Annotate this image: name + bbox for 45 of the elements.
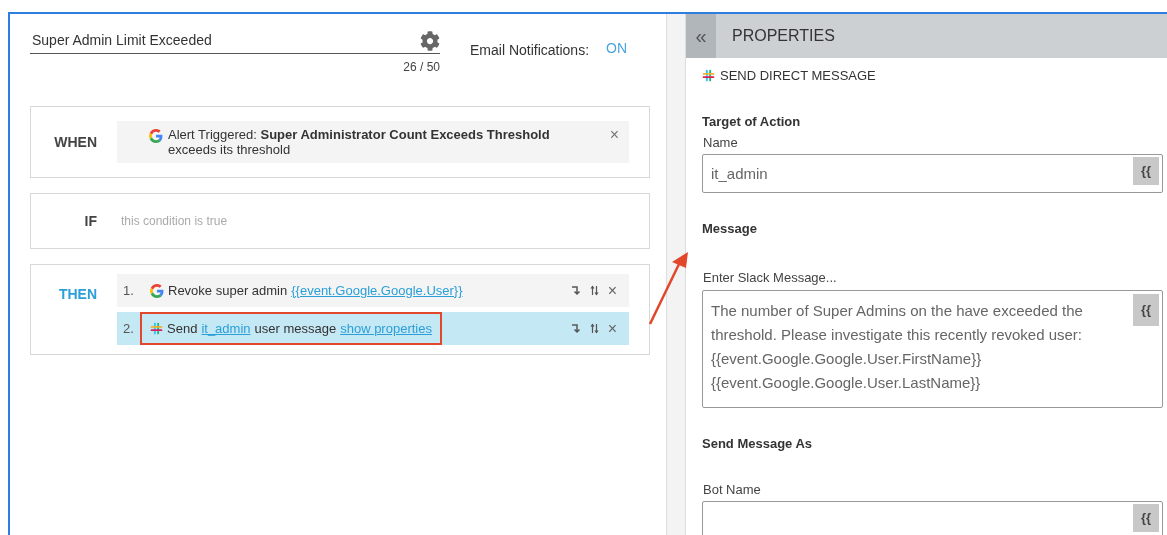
remove-button[interactable]: × [607, 282, 617, 299]
move-down-icon[interactable] [570, 285, 581, 296]
settings-icon[interactable] [420, 30, 440, 51]
section-heading: Send Message As [702, 434, 814, 453]
section-label: THEN [57, 285, 98, 304]
text-field[interactable]: {{ [702, 500, 1163, 535]
remove-button[interactable]: × [609, 127, 619, 143]
insert-variable-button[interactable]: {{ [1133, 503, 1159, 532]
step-text: Revoke super admin [168, 281, 288, 300]
field-label: Name [702, 134, 739, 152]
field-label: Enter Slack Message... [702, 269, 838, 287]
section-label: WHEN [53, 132, 98, 152]
step-text: Send [167, 319, 198, 338]
slack-logo-icon [150, 322, 163, 335]
google-logo-icon [149, 129, 163, 143]
email-notifications-label: Email Notifications: [470, 41, 590, 60]
panel-title: PROPERTIES [732, 26, 835, 46]
google-logo-icon [150, 283, 164, 298]
step-number: 2. [123, 319, 135, 338]
action-step[interactable]: 1. Revoke super admin {{event.Google.Google.User}} × [117, 274, 629, 307]
message-text: The number of Super Admins on the have exceeded the threshold. Please investigate this recently revoked user: {{event.Google.Google.User.FirstName}} {{event.Google.Google.User.LastName}} [711, 300, 1084, 393]
insert-variable-button[interactable]: {{ [1133, 293, 1159, 326]
field-label: Bot Name [702, 481, 762, 499]
action-step[interactable]: 2. Send it_admin user message show properties × [117, 312, 629, 345]
trigger-detail: exceeds its threshold [168, 142, 292, 157]
slack-logo-icon [702, 69, 715, 83]
remove-button[interactable]: × [607, 320, 617, 337]
character-counter: 26 / 50 [403, 59, 440, 76]
reorder-arrows-icon[interactable] [589, 323, 599, 334]
text-field[interactable]: it_admin {{ [702, 153, 1163, 193]
action-title: SEND DIRECT MESSAGE [720, 67, 876, 85]
section-heading: Message [702, 219, 758, 238]
move-down-icon[interactable] [570, 323, 581, 334]
collapse-button[interactable]: « [686, 14, 716, 58]
step-number: 1. [123, 281, 135, 300]
message-field[interactable]: The number of Super Admins on the have exceeded the threshold. Please investigate this recently revoked user: {{event.Google.Google.User.FirstName}} {{event.Google.Google.User.LastName}} {{ [702, 289, 1163, 408]
section-heading: Target of Action [702, 112, 802, 131]
step-text: user message [254, 319, 337, 338]
trigger-title: Alert Triggered: Super Administrator Count Exceeds Threshold [168, 127, 551, 142]
field-value: it_admin [711, 163, 769, 184]
rule-name-field[interactable]: Super Admin Limit Exceeded [30, 30, 440, 54]
section-label: IF [83, 211, 98, 231]
insert-variable-button[interactable]: {{ [1133, 156, 1159, 185]
trigger-card[interactable]: Alert Triggered: Super Administrator Count Exceeds Threshold exceeds its threshold × [117, 121, 629, 163]
reorder-arrows-icon[interactable] [589, 285, 599, 296]
